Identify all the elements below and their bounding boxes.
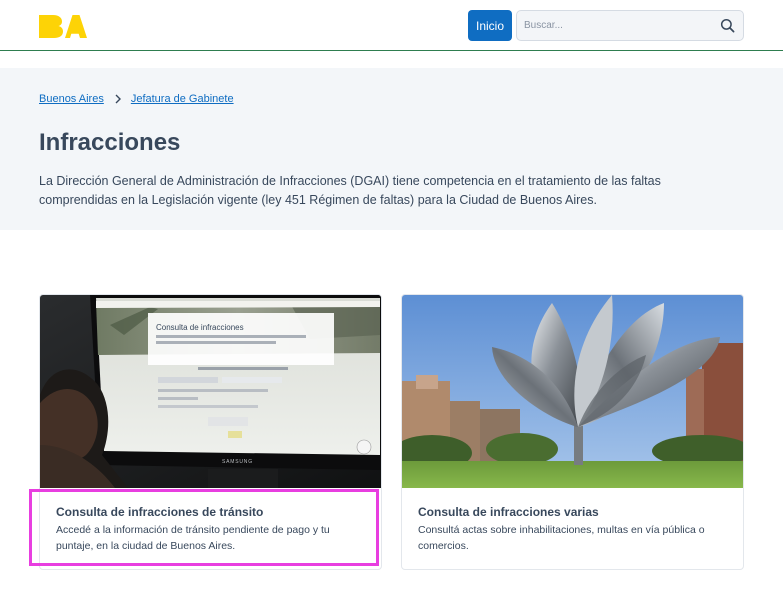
home-button[interactable]: Inicio bbox=[468, 10, 512, 41]
site-header: Inicio bbox=[0, 0, 783, 51]
chevron-right-icon bbox=[115, 94, 121, 104]
search-icon[interactable] bbox=[720, 18, 735, 33]
page-description: La Dirección General de Administración d… bbox=[39, 174, 661, 207]
card-title: Consulta de infracciones varias bbox=[418, 505, 599, 519]
search-input[interactable] bbox=[517, 11, 717, 40]
card-description: Consultá actas sobre inhabilitaciones, m… bbox=[418, 524, 705, 552]
breadcrumb: Buenos Aires Jefatura de Gabinete bbox=[39, 93, 234, 105]
samsung-label: SAMSUNG bbox=[222, 459, 253, 465]
hero-section: Buenos Aires Jefatura de Gabinete Infrac… bbox=[0, 68, 783, 230]
screen-title-text: Consulta de infracciones bbox=[156, 323, 244, 332]
card-infracciones-varias[interactable]: Consulta de infracciones varias Consultá… bbox=[401, 294, 744, 570]
card-description: Accedé a la información de tránsito pend… bbox=[56, 524, 330, 552]
card-title: Consulta de infracciones de tránsito bbox=[56, 505, 264, 519]
search-box[interactable] bbox=[516, 10, 744, 41]
ba-logo[interactable] bbox=[38, 13, 88, 39]
card-image-monitor: Consulta de infracciones SAMSUNG bbox=[40, 295, 381, 488]
card-image-floralis bbox=[402, 295, 743, 488]
breadcrumb-link-buenos-aires[interactable]: Buenos Aires bbox=[39, 93, 104, 105]
card-infracciones-transito[interactable]: Consulta de infracciones SAMSUNG Consult… bbox=[39, 294, 382, 570]
breadcrumb-link-jefatura[interactable]: Jefatura de Gabinete bbox=[131, 93, 234, 105]
page-title: Infracciones bbox=[39, 129, 181, 156]
